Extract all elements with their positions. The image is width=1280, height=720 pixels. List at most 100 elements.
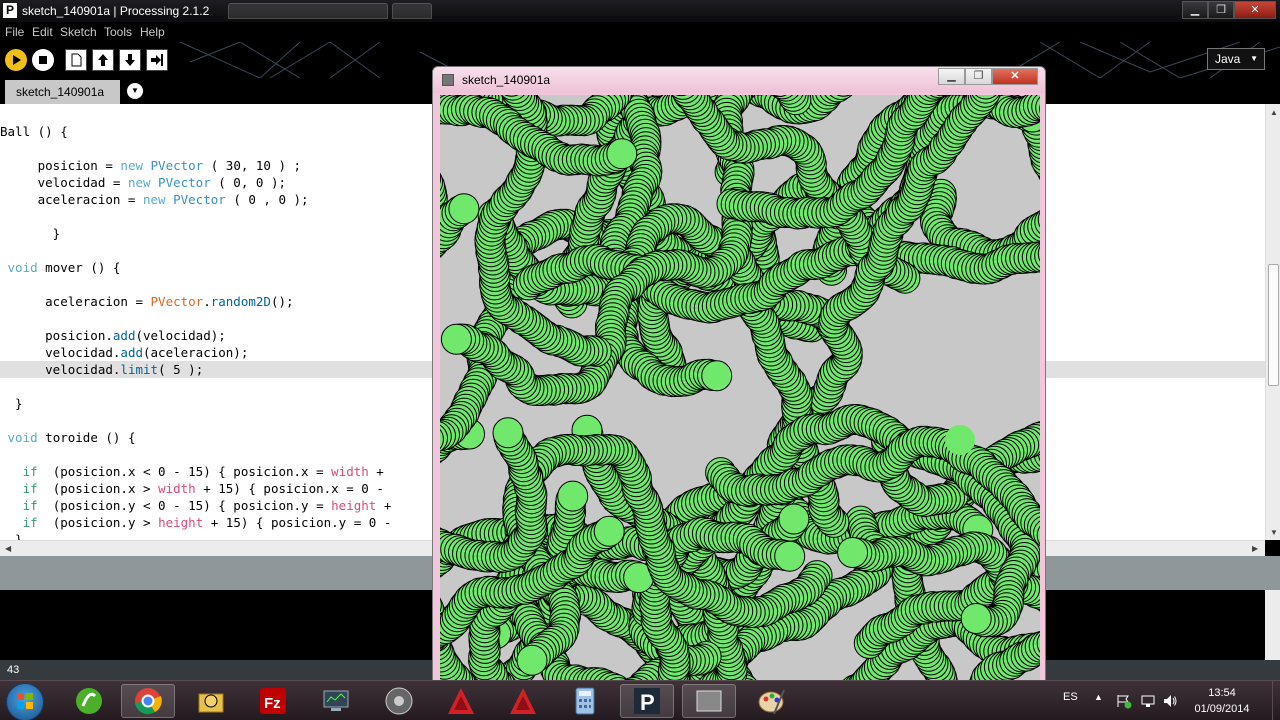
svg-text:P: P [640,690,655,715]
minimize-button[interactable]: ▁ [1182,1,1208,19]
calculator-icon [575,687,595,715]
taskbar-monitor[interactable] [309,684,363,718]
sketch-close-button[interactable]: ✕ [992,68,1038,85]
chevron-down-icon: ▼ [1250,54,1258,63]
code-token: velocidad = [0,175,128,190]
code-token: if [22,498,38,513]
taskbar-explorer[interactable] [184,684,238,718]
scrollbar-thumb[interactable] [1268,264,1279,386]
sketch-titlebar[interactable]: sketch_140901a ▁ ❐ ✕ [433,67,1045,93]
sketch-window: sketch_140901a ▁ ❐ ✕ [432,66,1046,682]
ball-trail-circle [516,644,548,676]
code-token: new [127,175,151,190]
taskbar-autocad[interactable] [434,684,488,718]
code-token: PVector [150,158,204,173]
sketch-minimize-button[interactable]: ▁ [938,68,965,85]
save-button[interactable] [119,49,141,71]
chrome-icon [135,688,162,715]
network-icon[interactable] [1140,693,1156,709]
menu-help[interactable]: Help [140,25,165,39]
console-scrollbar[interactable] [1265,590,1280,660]
code-token: new [143,192,166,207]
taskbar-processing[interactable]: P [620,684,674,718]
language-indicator[interactable]: ES [1063,691,1078,703]
scroll-down-icon[interactable]: ▼ [1270,528,1278,537]
code-token: } [0,226,61,241]
save-icon [125,54,135,66]
taskbar-chrome[interactable] [121,684,175,718]
tray-expand-icon[interactable]: ▲ [1094,692,1103,702]
scroll-right-icon[interactable]: ▶ [1252,544,1258,553]
menu-edit[interactable]: Edit [32,25,53,39]
code-token: (posicion.x > [37,481,159,496]
show-desktop-button[interactable] [1272,681,1280,720]
sketch-canvas[interactable] [440,95,1040,681]
disc-icon [385,687,413,715]
code-token: + [376,498,392,513]
close-button[interactable]: ✕ [1234,1,1276,19]
maximize-button[interactable]: ❐ [1208,1,1234,19]
background-browser-tab [228,3,388,19]
code-token: + 15) { posicion.x = 0 - [195,481,384,496]
taskbar-sketch-window[interactable] [682,684,736,718]
code-token: height [158,515,204,530]
ball-trail-circle [774,540,806,572]
menu-sketch[interactable]: Sketch [60,25,97,39]
new-button[interactable] [65,49,87,71]
scroll-up-icon[interactable]: ▲ [1270,108,1278,117]
ball-trail-circle [960,603,992,634]
taskbar-autocad-2[interactable] [496,684,550,718]
code-token: height [331,498,377,513]
editor-vertical-scrollbar[interactable]: ▲ ▼ [1265,104,1280,540]
code-token: void [7,260,38,275]
code-token: new [120,158,143,173]
code-token: add [112,328,136,343]
run-button[interactable] [5,49,27,71]
open-button[interactable] [92,49,114,71]
taskbar-filezilla[interactable]: Fz [246,684,300,718]
stop-button[interactable] [32,49,54,71]
start-button[interactable] [6,683,44,720]
menu-file[interactable]: File [5,25,24,39]
mode-selector[interactable]: Java ▼ [1207,48,1265,70]
taskbar-paint[interactable] [744,684,798,718]
code-token: (posicion.y < 0 - 15) { posicion.y = [37,498,332,513]
ball-trail-circle [448,193,480,225]
code-token: aceleracion = [0,192,143,207]
export-button[interactable] [146,49,168,71]
filezilla-icon: Fz [260,688,286,714]
menu-tools[interactable]: Tools [104,25,132,39]
sketch-window-icon [442,74,454,86]
clock-time: 13:54 [1208,687,1236,699]
taskbar-clock[interactable]: 13:54 01/09/2014 [1176,685,1268,717]
scroll-left-icon[interactable]: ◀ [5,544,11,553]
code-token: posicion = [0,158,121,173]
ball-trail-circle [701,360,733,392]
code-token: ( 0 , 0 ); [225,192,309,207]
taskbar-calculator[interactable] [558,684,612,718]
code-token: PVector [173,192,226,207]
code-token: PVector [150,294,204,309]
sketch-maximize-button[interactable]: ❐ [965,68,992,85]
window-title: sketch_140901a | Processing 2.1.2 [22,4,210,18]
network-flag-icon[interactable] [1116,693,1132,709]
code-token: width [158,481,196,496]
autocad-icon [510,688,536,714]
ball-trail-circle [778,503,810,535]
taskbar-dreamweaver[interactable] [62,684,116,718]
tab-sketch[interactable]: sketch_140901a [5,80,120,104]
code-token: if [22,464,38,479]
code-token: mover () { [37,260,121,275]
ball-trail-circle [492,417,524,449]
tab-menu-button[interactable]: ▼ [127,83,143,99]
paint-icon [758,689,785,715]
code-token: if [22,515,38,530]
windows-logo-icon [17,693,33,709]
taskbar-disc-app[interactable] [372,684,426,718]
svg-text:Fz: Fz [264,695,281,712]
code-token: + 15) { posicion.y = 0 - [203,515,392,530]
window-titlebar: P sketch_140901a | Processing 2.1.2 ▁ ❐ … [0,0,1280,22]
